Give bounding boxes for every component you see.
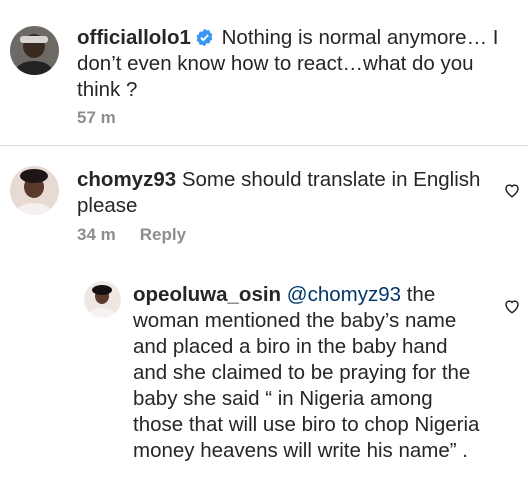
comment-body: officiallolo1 Nothing is normal anymore…… xyxy=(77,25,507,103)
verified-badge-icon xyxy=(196,28,213,47)
heart-icon[interactable] xyxy=(503,181,521,199)
divider xyxy=(0,145,528,146)
comment-text: the woman mentioned the baby’s name and … xyxy=(133,283,480,462)
comment-body: opeoluwa_osin @chomyz93 the woman mentio… xyxy=(133,282,485,464)
comment-time: 34 m xyxy=(77,225,116,244)
comment-body: chomyz93 Some should translate in Englis… xyxy=(77,167,482,219)
avatar[interactable] xyxy=(10,166,59,215)
comment-meta: 57 m xyxy=(77,108,140,128)
comment-username[interactable]: chomyz93 xyxy=(77,168,176,191)
comment-username[interactable]: opeoluwa_osin xyxy=(133,283,281,306)
heart-icon[interactable] xyxy=(503,297,521,315)
comment-time: 57 m xyxy=(77,108,116,127)
mention-link[interactable]: @chomyz93 xyxy=(287,283,401,306)
reply-button[interactable]: Reply xyxy=(140,225,186,244)
avatar[interactable] xyxy=(84,281,121,318)
comment-meta: 34 m Reply xyxy=(77,225,210,245)
avatar[interactable] xyxy=(10,26,59,75)
comment-username[interactable]: officiallolo1 xyxy=(77,26,191,49)
